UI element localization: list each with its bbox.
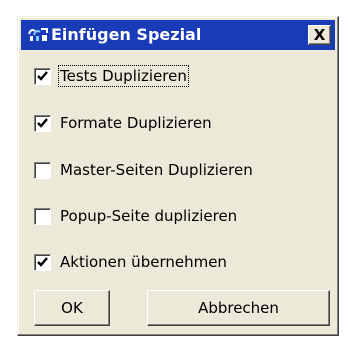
title-bar[interactable]: Einfügen Spezial X — [21, 20, 335, 50]
checkbox-tests-duplizieren[interactable] — [34, 67, 51, 85]
dialog-title: Einfügen Spezial — [51, 25, 202, 44]
option-formate-duplizieren[interactable]: Formate Duplizieren — [34, 111, 212, 135]
ok-button[interactable]: OK — [34, 290, 110, 326]
checkbox-master-seiten-duplizieren[interactable] — [34, 161, 51, 179]
option-tests-duplizieren[interactable]: Tests Duplizieren — [34, 64, 189, 88]
option-label: Tests Duplizieren — [58, 65, 189, 87]
checkbox-popup-seite-duplizieren[interactable] — [34, 207, 51, 225]
paste-special-dialog: Einfügen Spezial X Tests Duplizieren For… — [17, 16, 339, 336]
option-label: Formate Duplizieren — [60, 114, 212, 132]
checkbox-formate-duplizieren[interactable] — [34, 114, 51, 132]
option-label: Popup-Seite duplizieren — [60, 207, 238, 225]
option-label: Aktionen übernehmen — [60, 253, 227, 271]
cancel-button[interactable]: Abbrechen — [147, 290, 330, 326]
checkmark-icon — [37, 70, 48, 81]
checkmark-icon — [37, 117, 48, 128]
app-icon — [27, 25, 49, 45]
option-master-seiten-duplizieren[interactable]: Master-Seiten Duplizieren — [34, 158, 253, 182]
checkmark-icon — [37, 256, 48, 267]
option-aktionen-uebernehmen[interactable]: Aktionen übernehmen — [34, 250, 227, 274]
option-popup-seite-duplizieren[interactable]: Popup-Seite duplizieren — [34, 204, 237, 228]
close-button[interactable]: X — [308, 25, 331, 45]
close-icon: X — [313, 25, 326, 44]
option-label: Master-Seiten Duplizieren — [60, 161, 253, 179]
checkbox-aktionen-uebernehmen[interactable] — [34, 253, 51, 271]
